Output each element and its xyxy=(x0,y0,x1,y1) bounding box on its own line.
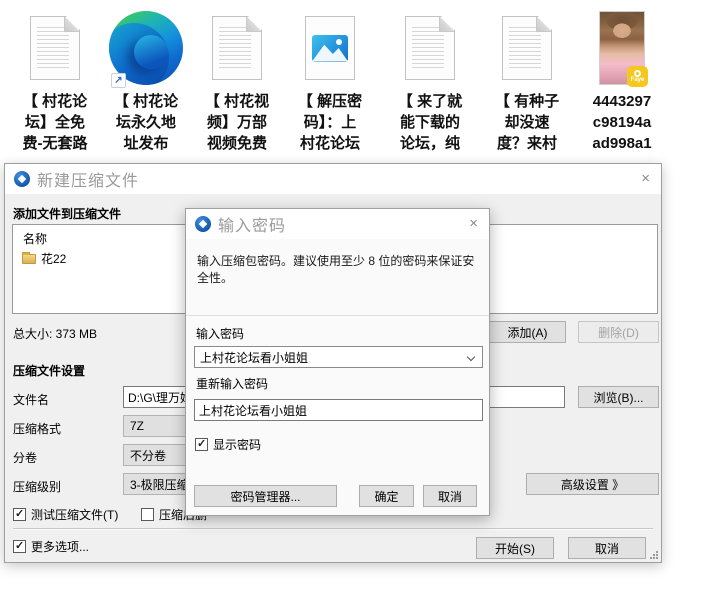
level-value: 3-极限压缩 xyxy=(130,476,189,493)
text-file-icon xyxy=(30,16,80,80)
add-button[interactable]: 添加(A) xyxy=(489,321,566,343)
desktop-icon-photo[interactable]: Faye 4443297c98194aad998a1 xyxy=(577,8,667,154)
settings-section-label: 压缩文件设置 xyxy=(13,362,85,379)
cancel-button[interactable]: 取消 xyxy=(568,537,646,559)
bandizip-app-icon xyxy=(14,171,30,187)
filename-label: 文件名 xyxy=(13,391,49,408)
delete-button[interactable]: 删除(D) xyxy=(578,321,659,343)
ok-button[interactable]: 确定 xyxy=(359,485,414,507)
password-dialog: 输入密码 × 输入压缩包密码。建议使用至少 8 位的密码来保证安全性。 输入密码… xyxy=(185,208,490,516)
list-item-label: 花22 xyxy=(41,250,66,267)
advanced-settings-button[interactable]: 高级设置 》 xyxy=(526,473,659,495)
password-manager-button[interactable]: 密码管理器... xyxy=(194,485,337,507)
checkbox-label: 测试压缩文件(T) xyxy=(31,506,118,523)
dialog-title: 输入密码 xyxy=(218,212,286,236)
browse-button[interactable]: 浏览(B)... xyxy=(578,386,659,408)
text-file-icon xyxy=(405,16,455,80)
desktop-icon-txt-4[interactable]: 【 有种子却没速度？来村 xyxy=(482,8,572,154)
chevron-down-icon[interactable] xyxy=(467,353,475,361)
desktop: 【 村花论坛】全免费-无套路 ↗ 【 村花论坛永久地址发布 【 村花视频】万部视… xyxy=(0,0,708,600)
confirm-password-label: 重新输入密码 xyxy=(196,375,268,392)
text-file-icon xyxy=(502,16,552,80)
checkbox-icon xyxy=(141,508,154,521)
cancel-button[interactable]: 取消 xyxy=(423,485,477,507)
close-icon[interactable]: × xyxy=(469,215,478,232)
text-file-icon xyxy=(212,16,262,80)
test-archive-checkbox[interactable]: 测试压缩文件(T) xyxy=(13,506,118,523)
icon-label: 【 村花论坛永久地址发布 xyxy=(101,91,191,154)
desktop-icon-image[interactable]: 【 解压密码】：上村花论坛 xyxy=(285,8,375,154)
divider xyxy=(13,528,653,529)
show-password-checkbox[interactable]: 显示密码 xyxy=(195,436,261,453)
divider xyxy=(186,315,489,316)
desktop-icon-edge[interactable]: ↗ 【 村花论坛永久地址发布 xyxy=(101,8,191,154)
image-file-icon xyxy=(305,16,355,80)
close-icon[interactable]: × xyxy=(641,170,650,187)
checkbox-icon xyxy=(195,438,208,451)
format-label: 压缩格式 xyxy=(13,420,61,437)
photo-thumbnail: Faye xyxy=(599,11,645,85)
desktop-icon-txt-3[interactable]: 【 来了就能下载的论坛，纯 xyxy=(385,8,475,154)
desktop-icon-txt-1[interactable]: 【 村花论坛】全免费-无套路 xyxy=(10,8,100,154)
icon-label: 【 解压密码】：上村花论坛 xyxy=(285,91,375,154)
icon-label: 【 村花视频】万部视频免费 xyxy=(192,91,282,154)
dialog-title: 新建压缩文件 xyxy=(37,167,139,191)
checkbox-label: 更多选项... xyxy=(31,538,89,555)
add-files-section-label: 添加文件到压缩文件 xyxy=(13,205,121,222)
icon-label: 4443297c98194aad998a1 xyxy=(577,91,667,154)
camera-app-badge-icon: Faye xyxy=(627,66,648,87)
volume-label: 分卷 xyxy=(13,449,37,466)
resize-grip[interactable] xyxy=(649,550,658,559)
confirm-password-input[interactable] xyxy=(194,399,483,421)
start-button[interactable]: 开始(S) xyxy=(476,537,554,559)
desktop-icon-txt-2[interactable]: 【 村花视频】万部视频免费 xyxy=(192,8,282,154)
total-size-label: 总大小: 373 MB xyxy=(13,325,97,342)
dialog-titlebar[interactable]: 输入密码 × xyxy=(186,209,489,239)
password-value: 上村花论坛看小姐姐 xyxy=(200,349,308,366)
checkbox-icon xyxy=(13,540,26,553)
password-combobox[interactable]: 上村花论坛看小姐姐 xyxy=(194,346,483,368)
checkbox-icon xyxy=(13,508,26,521)
more-options-checkbox[interactable]: 更多选项... xyxy=(13,538,89,555)
bandizip-app-icon xyxy=(195,216,211,232)
volume-value: 不分卷 xyxy=(130,447,166,464)
format-value: 7Z xyxy=(130,419,144,433)
icon-label: 【 村花论坛】全免费-无套路 xyxy=(10,91,100,154)
icon-label: 【 有种子却没速度？来村 xyxy=(482,91,572,154)
shortcut-arrow-icon: ↗ xyxy=(111,73,126,88)
dialog-titlebar[interactable]: 新建压缩文件 × xyxy=(5,164,661,194)
folder-icon xyxy=(22,254,36,264)
level-label: 压缩级别 xyxy=(13,478,61,495)
password-label: 输入密码 xyxy=(196,325,244,342)
password-hint-text: 输入压缩包密码。建议使用至少 8 位的密码来保证安全性。 xyxy=(197,253,481,287)
icon-label: 【 来了就能下载的论坛，纯 xyxy=(385,91,475,154)
checkbox-label: 显示密码 xyxy=(213,436,261,453)
